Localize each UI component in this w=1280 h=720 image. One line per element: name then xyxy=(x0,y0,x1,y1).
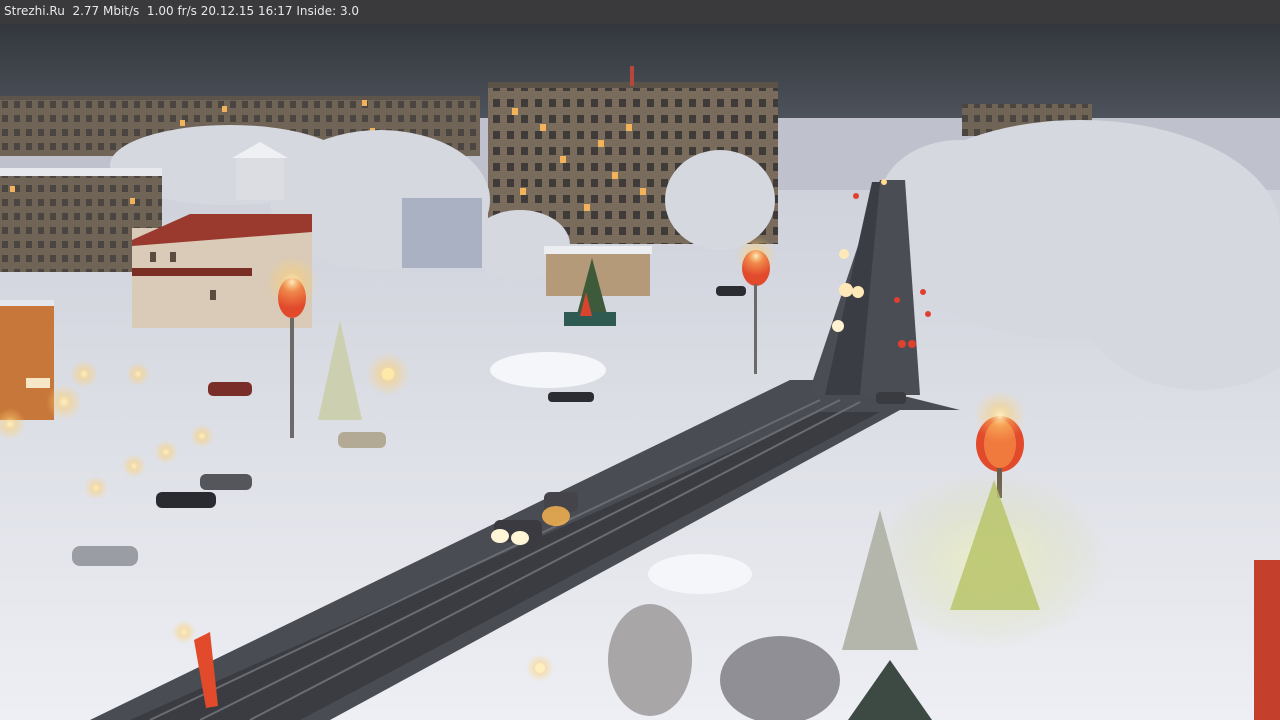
low-building-blue xyxy=(402,198,482,268)
shop-building-left xyxy=(0,300,54,420)
webcam-frame: Strezhi.Ru 2.77 Mbit/s 1.00 fr/s 20.12.1… xyxy=(0,0,1280,720)
camera-status-bar: Strezhi.Ru 2.77 Mbit/s 1.00 fr/s 20.12.1… xyxy=(0,0,1280,24)
street-scene xyxy=(0,24,1280,720)
camera-status-text: Strezhi.Ru 2.77 Mbit/s 1.00 fr/s 20.12.1… xyxy=(4,4,360,18)
snow-pile xyxy=(490,352,606,388)
